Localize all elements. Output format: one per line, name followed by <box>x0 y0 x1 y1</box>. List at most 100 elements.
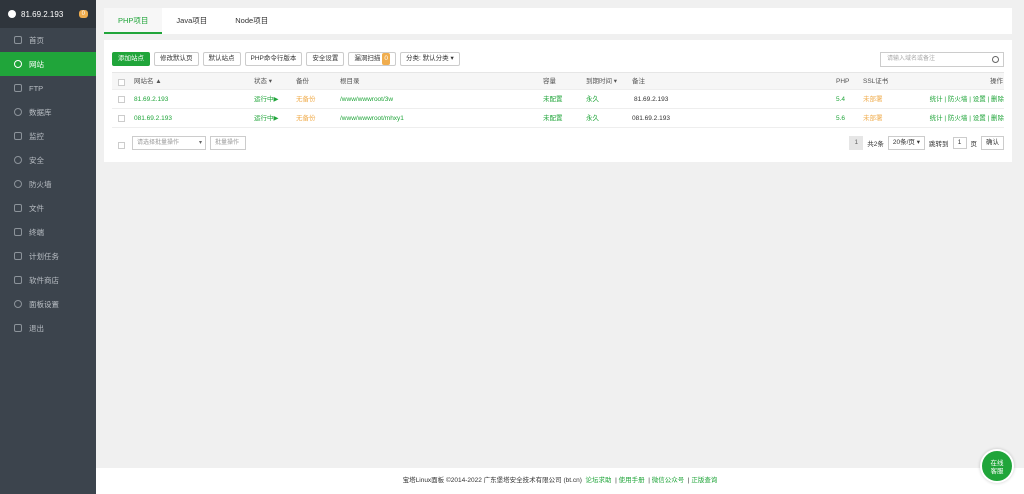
sidebar-item-store[interactable]: 软件商店 <box>0 268 96 292</box>
wechat-link[interactable]: 微信公众号 <box>652 477 685 484</box>
expire-link[interactable]: 永久 <box>586 109 599 128</box>
sidebar-item-website[interactable]: 网站 <box>0 52 96 76</box>
logout-icon <box>14 324 22 332</box>
monitor-icon <box>14 132 22 140</box>
gear-icon <box>14 300 22 308</box>
batch-select-label: 请选择批量操作 <box>137 140 180 146</box>
vuln-scan-button[interactable]: 漏洞扫描 0 <box>348 52 396 66</box>
col-remark: 备注 <box>632 78 645 85</box>
sidebar-item-home[interactable]: 首页 <box>0 28 96 52</box>
php-version-link[interactable]: 5.4 <box>836 90 845 109</box>
ssl-link[interactable]: 未部署 <box>863 109 883 128</box>
batch-select[interactable]: 请选择批量操作 ▾ <box>132 136 206 150</box>
site-table: 网站名 ▲ 状态 ▾ 备份 根目录 容量 到期时间 ▾ 备注 PHP SSL证书… <box>112 72 1004 128</box>
capacity-link[interactable]: 未配置 <box>543 90 563 109</box>
col-capacity: 容量 <box>543 78 556 85</box>
status-toggle[interactable]: 运行中▶ <box>254 109 279 128</box>
pagination: 1 共2条 20条/页 ▾ 跳转到 1 页 确认 <box>849 136 1004 150</box>
copyright: 宝塔Linux面板 ©2014-2022 广东堡塔安全技术有限公司 (bt.cn… <box>402 477 582 484</box>
col-backup: 备份 <box>296 78 309 85</box>
sidebar-item-monitor[interactable]: 监控 <box>0 124 96 148</box>
search-input[interactable]: 请输入域名或备注 <box>880 52 1004 67</box>
remark-text[interactable]: 81.69.2.193 <box>634 90 668 109</box>
add-site-button[interactable]: 添加站点 <box>112 52 150 66</box>
sidebar-item-database[interactable]: 数据库 <box>0 100 96 124</box>
page-footer: 宝塔Linux面板 ©2014-2022 广东堡塔安全技术有限公司 (bt.cn… <box>96 468 1024 494</box>
sidebar-item-settings[interactable]: 面板设置 <box>0 292 96 316</box>
col-action: 操作 <box>990 78 1003 85</box>
search-icon[interactable] <box>992 56 999 63</box>
select-all-checkbox[interactable] <box>118 79 125 86</box>
sidebar-item-logout[interactable]: 退出 <box>0 316 96 340</box>
grid-icon <box>14 276 22 284</box>
backup-link[interactable]: 无备份 <box>296 109 316 128</box>
manual-link[interactable]: 使用手册 <box>619 477 645 484</box>
expire-link[interactable]: 永久 <box>586 90 599 109</box>
forum-link[interactable]: 论坛求助 <box>586 477 612 484</box>
sidebar-item-cron[interactable]: 计划任务 <box>0 244 96 268</box>
site-name-link[interactable]: 081.69.2.193 <box>134 109 172 128</box>
col-status[interactable]: 状态 ▾ <box>254 73 272 91</box>
tab-java[interactable]: Java项目 <box>162 8 221 34</box>
database-icon <box>14 108 22 116</box>
sidebar-item-firewall[interactable]: 防火墙 <box>0 172 96 196</box>
row-actions[interactable]: 统计 | 防火墙 | 设置 | 删除 <box>930 90 1004 109</box>
col-name[interactable]: 网站名 ▲ <box>134 73 162 91</box>
edit-default-page-button[interactable]: 修改默认页 <box>154 52 199 66</box>
vuln-scan-label: 漏洞扫描 <box>354 55 381 62</box>
sidebar-item-label: 文件 <box>29 203 44 213</box>
sidebar-item-files[interactable]: 文件 <box>0 196 96 220</box>
tab-node[interactable]: Node项目 <box>221 8 282 34</box>
batch-action-button[interactable]: 批量操作 <box>210 136 246 150</box>
jump-label: 跳转到 <box>929 141 949 148</box>
tab-php[interactable]: PHP项目 <box>104 8 163 34</box>
site-name-link[interactable]: 81.69.2.193 <box>134 90 168 109</box>
sidebar-item-label: 面板设置 <box>29 299 59 309</box>
ftp-icon <box>14 84 22 92</box>
category-label: 分类: 默认分类 <box>406 55 449 62</box>
col-root: 根目录 <box>340 78 360 85</box>
chevron-down-icon: ▾ <box>916 139 920 146</box>
batch-checkbox[interactable] <box>118 142 125 149</box>
chat-line1: 在线 <box>990 460 1004 467</box>
status-toggle[interactable]: 运行中▶ <box>254 90 279 109</box>
sidebar-item-terminal[interactable]: 终端 <box>0 220 96 244</box>
row-checkbox[interactable] <box>118 115 125 122</box>
root-dir-link[interactable]: /www/wwwroot/mhxy1 <box>340 109 404 128</box>
per-page-select[interactable]: 20条/页 ▾ <box>887 136 925 150</box>
table-footer: 请选择批量操作 ▾ 批量操作 1 共2条 20条/页 ▾ 跳转到 1 页 确认 <box>112 136 1004 152</box>
sidebar-item-ftp[interactable]: FTP <box>0 76 96 100</box>
sidebar-item-label: 数据库 <box>29 107 52 117</box>
sidebar-header: 81.69.2.193 0 <box>0 0 96 28</box>
row-checkbox[interactable] <box>118 96 125 103</box>
sidebar-item-label: 退出 <box>29 323 44 333</box>
page-number[interactable]: 1 <box>849 136 864 150</box>
category-select[interactable]: 分类: 默认分类 ▾ <box>400 52 460 66</box>
home-icon <box>14 36 22 44</box>
confirm-button[interactable]: 确认 <box>981 136 1004 150</box>
site-panel: 添加站点 修改默认页 默认站点 PHP命令行版本 安全设置 漏洞扫描 0 分类: … <box>104 40 1012 162</box>
php-version-link[interactable]: 5.6 <box>836 109 845 128</box>
firewall-icon <box>14 180 22 188</box>
license-link[interactable]: 正版查询 <box>691 477 717 484</box>
security-settings-button[interactable]: 安全设置 <box>306 52 345 66</box>
col-php: PHP <box>836 78 850 85</box>
default-site-button[interactable]: 默认站点 <box>202 52 241 66</box>
sidebar-item-label: 防火墙 <box>29 179 52 189</box>
row-actions[interactable]: 统计 | 防火墙 | 设置 | 删除 <box>930 109 1004 128</box>
notification-badge[interactable]: 0 <box>78 10 88 18</box>
root-dir-link[interactable]: /www/wwwroot/3w <box>340 90 393 109</box>
backup-link[interactable]: 无备份 <box>296 90 316 109</box>
sidebar-item-label: 终端 <box>29 227 44 237</box>
jump-input[interactable]: 1 <box>952 137 967 149</box>
php-cli-button[interactable]: PHP命令行版本 <box>244 52 303 66</box>
remark-text[interactable]: 081.69.2.193 <box>632 109 670 128</box>
ssl-link[interactable]: 未部署 <box>863 90 883 109</box>
col-expire[interactable]: 到期时间 ▾ <box>586 73 617 91</box>
sidebar-item-security[interactable]: 安全 <box>0 148 96 172</box>
capacity-link[interactable]: 未配置 <box>543 109 563 128</box>
sidebar-item-label: 安全 <box>29 155 44 165</box>
toolbar: 添加站点 修改默认页 默认站点 PHP命令行版本 安全设置 漏洞扫描 0 分类: … <box>112 52 460 66</box>
col-ssl: SSL证书 <box>863 78 889 85</box>
online-support-button[interactable]: 在线 客服 <box>980 449 1014 483</box>
